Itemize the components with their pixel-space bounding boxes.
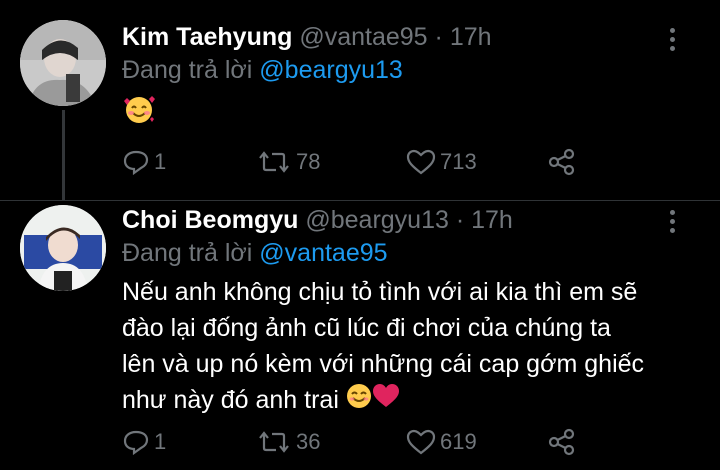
- retweet-icon: [259, 431, 289, 453]
- like-button[interactable]: 619: [406, 422, 477, 462]
- share-icon: [548, 148, 575, 176]
- tweet-text-line: đào lại đống ảnh cũ lúc đi chơi của chún…: [122, 314, 611, 342]
- thread-line: [62, 110, 65, 200]
- tweet-text: Nếu anh không chịu tỏ tình với ai kia th…: [122, 274, 682, 419]
- display-name[interactable]: Choi Beomgyu: [122, 206, 298, 234]
- tweet-text-line: như này đó anh trai: [122, 386, 339, 414]
- tweet-choi-beomgyu[interactable]: Choi Beomgyu @beargyu13 · 17h Đang trả l…: [0, 200, 720, 470]
- action-bar: 1 78 713: [122, 142, 602, 182]
- mention-link[interactable]: @beargyu13: [259, 56, 403, 84]
- share-button[interactable]: [548, 142, 576, 182]
- timestamp[interactable]: 17h: [471, 206, 513, 234]
- smiling-face-with-hearts-icon: [122, 95, 156, 125]
- smiling-face-with-smiling-eyes-icon: [346, 383, 372, 419]
- action-bar: 1 36 619: [122, 422, 602, 462]
- retweet-count: 78: [296, 149, 321, 174]
- reply-count: 1: [154, 429, 167, 454]
- heart-icon: [406, 149, 436, 175]
- separator: ·: [434, 23, 443, 51]
- avatar[interactable]: [20, 20, 106, 106]
- user-handle[interactable]: @vantae95: [299, 23, 427, 51]
- reply-button[interactable]: 1: [122, 422, 166, 462]
- red-heart-icon: [372, 383, 400, 419]
- share-icon: [548, 428, 575, 456]
- replying-to: Đang trả lời @beargyu13: [122, 55, 403, 85]
- retweet-button[interactable]: 36: [256, 422, 320, 462]
- mention-link[interactable]: @vantae95: [259, 239, 387, 267]
- tweet-text-line-last: như này đó anh trai: [122, 382, 682, 419]
- tweet-header: Kim Taehyung @vantae95 · 17h: [122, 22, 492, 52]
- reply-icon: [123, 150, 149, 175]
- share-button[interactable]: [548, 422, 576, 462]
- heart-icon: [406, 429, 436, 455]
- like-count: 619: [440, 429, 477, 454]
- avatar[interactable]: [20, 205, 106, 291]
- like-button[interactable]: 713: [406, 142, 477, 182]
- reply-button[interactable]: 1: [122, 142, 166, 182]
- replying-to-label: Đang trả lời: [122, 239, 253, 267]
- retweet-count: 36: [296, 429, 321, 454]
- display-name[interactable]: Kim Taehyung: [122, 23, 292, 51]
- replying-to: Đang trả lời @vantae95: [122, 238, 388, 268]
- like-count: 713: [440, 149, 477, 174]
- reply-icon: [123, 430, 149, 455]
- replying-to-label: Đang trả lời: [122, 56, 253, 84]
- retweet-button[interactable]: 78: [256, 142, 320, 182]
- tweet-header: Choi Beomgyu @beargyu13 · 17h: [122, 205, 513, 235]
- tweet-text-line: Nếu anh không chịu tỏ tình với ai kia th…: [122, 278, 638, 306]
- more-options-icon[interactable]: [667, 28, 677, 54]
- user-handle[interactable]: @beargyu13: [305, 206, 449, 234]
- separator: ·: [455, 206, 465, 234]
- reply-count: 1: [154, 149, 167, 174]
- tweet-kim-taehyung[interactable]: Kim Taehyung @vantae95 · 17h Đang trả lờ…: [0, 0, 720, 200]
- retweet-icon: [259, 151, 289, 173]
- tweet-text-line: lên và up nó kèm với những cái cap gớm g…: [122, 350, 645, 378]
- timestamp[interactable]: 17h: [450, 23, 492, 51]
- more-options-icon[interactable]: [667, 210, 677, 236]
